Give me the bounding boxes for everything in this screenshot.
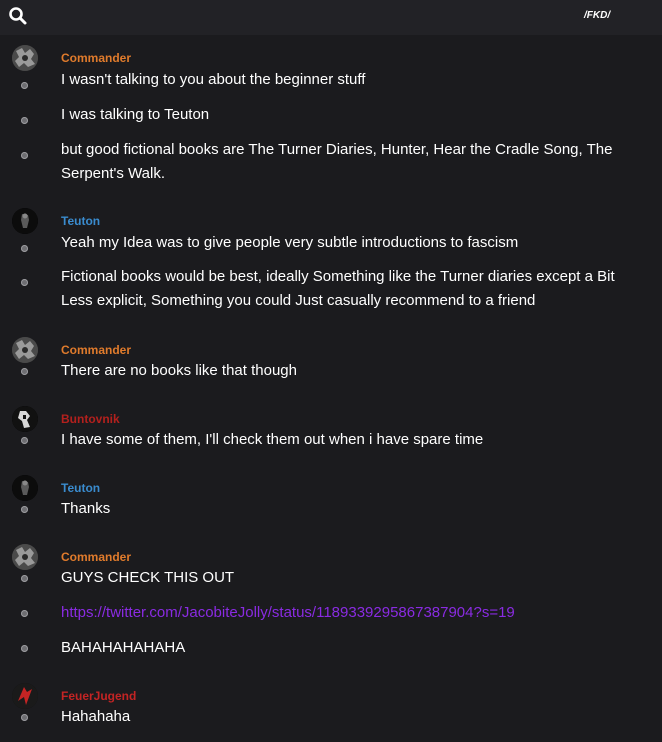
- message-text: I have some of them, I'll check them out…: [61, 431, 484, 448]
- avatar[interactable]: [12, 406, 38, 432]
- message-text: Fictional books would be best, ideally S…: [61, 268, 615, 309]
- avatar[interactable]: [12, 337, 38, 363]
- chat-log[interactable]: Commander I wasn't talking to you about …: [0, 35, 662, 742]
- avatar[interactable]: [12, 208, 38, 234]
- message-bullet: [21, 245, 28, 252]
- message-text: Hahahaha: [61, 708, 131, 725]
- avatar[interactable]: [12, 544, 38, 570]
- channel-name: /FKD/: [584, 10, 611, 21]
- author-name[interactable]: Teuton: [61, 481, 100, 495]
- message-link[interactable]: https://twitter.com/JacobiteJolly/status…: [61, 601, 641, 625]
- message-bullet: [21, 575, 28, 582]
- message-bullet: [21, 645, 28, 652]
- message-bullet: [21, 117, 28, 124]
- top-bar: /FKD/: [0, 0, 662, 35]
- avatar[interactable]: [12, 45, 38, 71]
- avatar[interactable]: [12, 683, 38, 709]
- search-icon[interactable]: [8, 6, 28, 26]
- author-name[interactable]: Commander: [61, 550, 131, 564]
- message-bullet: [21, 82, 28, 89]
- message-bullet: [21, 279, 28, 286]
- message-text: but good fictional books are The Turner …: [61, 141, 613, 182]
- author-name[interactable]: Commander: [61, 343, 131, 357]
- author-name[interactable]: Commander: [61, 51, 131, 65]
- message-text: Thanks: [61, 500, 111, 517]
- author-name[interactable]: Buntovnik: [61, 412, 120, 426]
- message-bullet: [21, 437, 28, 444]
- author-name[interactable]: FeuerJugend: [61, 689, 136, 703]
- message-text: GUYS CHECK THIS OUT: [61, 569, 235, 586]
- message-bullet: [21, 152, 28, 159]
- message-bullet: [21, 714, 28, 721]
- message-text: Yeah my Idea was to give people very sub…: [61, 234, 519, 251]
- author-name[interactable]: Teuton: [61, 214, 100, 228]
- avatar[interactable]: [12, 475, 38, 501]
- message-text: I was talking to Teuton: [61, 106, 210, 123]
- message-bullet: [21, 610, 28, 617]
- message-bullet: [21, 506, 28, 513]
- message-text: BAHAHAHAHAHA: [61, 639, 186, 656]
- message-text: I wasn't talking to you about the beginn…: [61, 71, 366, 88]
- message-bullet: [21, 368, 28, 375]
- message-text: There are no books like that though: [61, 362, 297, 379]
